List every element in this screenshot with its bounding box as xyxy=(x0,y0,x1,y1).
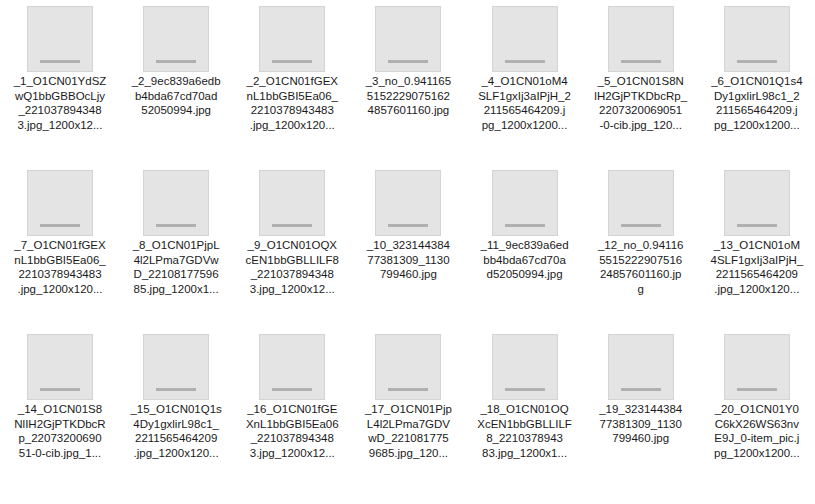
file-name: _13_O1CN01oM4SLF1gxIj3aIPjH_221156546420… xyxy=(710,238,803,296)
thumbnail xyxy=(492,6,558,72)
file-tile[interactable]: _13_O1CN01oM4SLF1gxIj3aIPjH_221156546420… xyxy=(699,170,815,334)
file-name: _19_32314438477381309_1130799460.jpg xyxy=(599,402,682,446)
file-name: _20_O1CN01Y0C6kX26WS63nvE9J_0-item_pic.j… xyxy=(714,402,800,460)
thumbnail xyxy=(724,170,790,236)
thumbnail xyxy=(724,334,790,400)
thumbnail xyxy=(608,6,674,72)
file-name: _1_O1CN01YdSZwQ1bbGBBOcLjy_2210378943483… xyxy=(14,74,107,132)
file-tile[interactable]: _19_32314438477381309_1130799460.jpg xyxy=(583,334,699,498)
thumbnail-grid: _1_O1CN01YdSZwQ1bbGBBOcLjy_2210378943483… xyxy=(0,0,815,498)
file-name: _15_O1CN01Q1s4Dy1gxlirL98c1_221156546420… xyxy=(130,402,221,460)
file-name: _14_O1CN01S8NlIH2GjPTKDbcRp_220732006905… xyxy=(14,402,105,460)
file-name: _2_9ec839a6edbb4bda67cd70ad52050994.jpg xyxy=(132,74,221,118)
file-tile[interactable]: _5_O1CN01S8NlH2GjPTKDbcRp_2207320069051-… xyxy=(583,6,699,170)
file-name: _5_O1CN01S8NlH2GjPTKDbcRp_2207320069051-… xyxy=(594,74,687,132)
file-tile[interactable]: _11_9ec839a6edbb4bda67cd70ad52050994.jpg xyxy=(467,170,583,334)
thumbnail xyxy=(259,6,325,72)
file-tile[interactable]: _1_O1CN01YdSZwQ1bbGBBOcLjy_2210378943483… xyxy=(2,6,118,170)
file-tile[interactable]: _4_O1CN01oM4SLF1gxIj3aIPjH_2211565464209… xyxy=(467,6,583,170)
file-tile[interactable]: _6_O1CN01Q1s4Dy1gxlirL98c1_2211565464209… xyxy=(699,6,815,170)
file-name: _6_O1CN01Q1s4Dy1gxlirL98c1_2211565464209… xyxy=(711,74,802,132)
thumbnail xyxy=(375,170,441,236)
thumbnail xyxy=(259,170,325,236)
thumbnail xyxy=(27,6,93,72)
thumbnail xyxy=(375,334,441,400)
file-name: _17_O1CN01PjpL4l2LPma7GDVwD_221081775968… xyxy=(365,402,452,460)
file-name: _3_no_0.94116551522290751624857601160.jp… xyxy=(366,74,452,118)
file-name: _2_O1CN01fGEXnL1bbGBI5Ea06_2210378943483… xyxy=(247,74,338,132)
thumbnail xyxy=(724,6,790,72)
thumbnail xyxy=(492,334,558,400)
thumbnail xyxy=(375,6,441,72)
file-name: _12_no_0.94116551522290751624857601160.j… xyxy=(598,238,684,296)
thumbnail xyxy=(492,170,558,236)
thumbnail xyxy=(143,6,209,72)
thumbnail xyxy=(608,170,674,236)
file-name: _4_O1CN01oM4SLF1gxIj3aIPjH_2211565464209… xyxy=(478,74,571,132)
file-tile[interactable]: _16_O1CN01fGEXnL1bbGBI5Ea06_221037894348… xyxy=(234,334,350,498)
thumbnail xyxy=(27,170,93,236)
thumbnail xyxy=(143,334,209,400)
file-tile[interactable]: _17_O1CN01PjpL4l2LPma7GDVwD_221081775968… xyxy=(350,334,466,498)
thumbnail xyxy=(259,334,325,400)
file-tile[interactable]: _7_O1CN01fGEXnL1bbGBI5Ea06_2210378943483… xyxy=(2,170,118,334)
file-tile[interactable]: _15_O1CN01Q1s4Dy1gxlirL98c1_221156546420… xyxy=(118,334,234,498)
file-tile[interactable]: _14_O1CN01S8NlIH2GjPTKDbcRp_220732006905… xyxy=(2,334,118,498)
file-tile[interactable]: _18_O1CN01OQXcEN1bbGBLLILF8_221037894383… xyxy=(467,334,583,498)
file-tile[interactable]: _10_32314438477381309_1130799460.jpg xyxy=(350,170,466,334)
file-tile[interactable]: _20_O1CN01Y0C6kX26WS63nvE9J_0-item_pic.j… xyxy=(699,334,815,498)
file-explorer: _1_O1CN01YdSZwQ1bbGBBOcLjy_2210378943483… xyxy=(0,0,815,504)
thumbnail xyxy=(608,334,674,400)
file-tile[interactable]: _9_O1CN01OQXcEN1bbGBLLILF8_2210378943483… xyxy=(234,170,350,334)
file-name: _10_32314438477381309_1130799460.jpg xyxy=(367,238,450,282)
file-tile[interactable]: _2_O1CN01fGEXnL1bbGBI5Ea06_2210378943483… xyxy=(234,6,350,170)
file-name: _16_O1CN01fGEXnL1bbGBI5Ea06_221037894348… xyxy=(246,402,339,460)
file-name: _18_O1CN01OQXcEN1bbGBLLILF8_221037894383… xyxy=(477,402,572,460)
file-tile[interactable]: _3_no_0.94116551522290751624857601160.jp… xyxy=(350,6,466,170)
file-tile[interactable]: _2_9ec839a6edbb4bda67cd70ad52050994.jpg xyxy=(118,6,234,170)
thumbnail xyxy=(143,170,209,236)
thumbnail xyxy=(27,334,93,400)
file-name: _11_9ec839a6edbb4bda67cd70ad52050994.jpg xyxy=(481,238,569,282)
file-name: _7_O1CN01fGEXnL1bbGBI5Ea06_2210378943483… xyxy=(14,238,105,296)
file-tile[interactable]: _8_O1CN01PjpL4l2LPma7GDVwD_2210817759685… xyxy=(118,170,234,334)
file-name: _8_O1CN01PjpL4l2LPma7GDVwD_2210817759685… xyxy=(133,238,220,296)
file-tile[interactable]: _12_no_0.94116551522290751624857601160.j… xyxy=(583,170,699,334)
file-name: _9_O1CN01OQXcEN1bbGBLLILF8_2210378943483… xyxy=(246,238,339,296)
